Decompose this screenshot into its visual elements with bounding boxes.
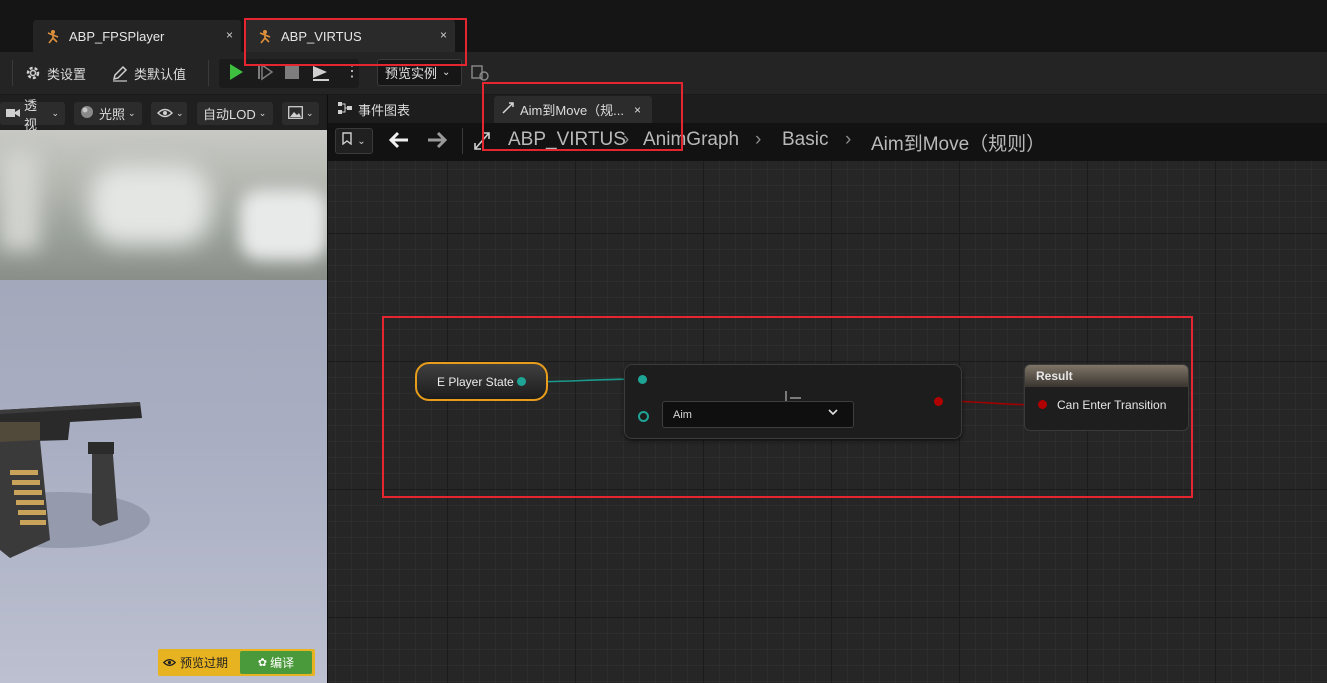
highlight-box	[382, 316, 1193, 498]
highlight-box	[244, 18, 467, 66]
highlight-box	[482, 82, 683, 151]
